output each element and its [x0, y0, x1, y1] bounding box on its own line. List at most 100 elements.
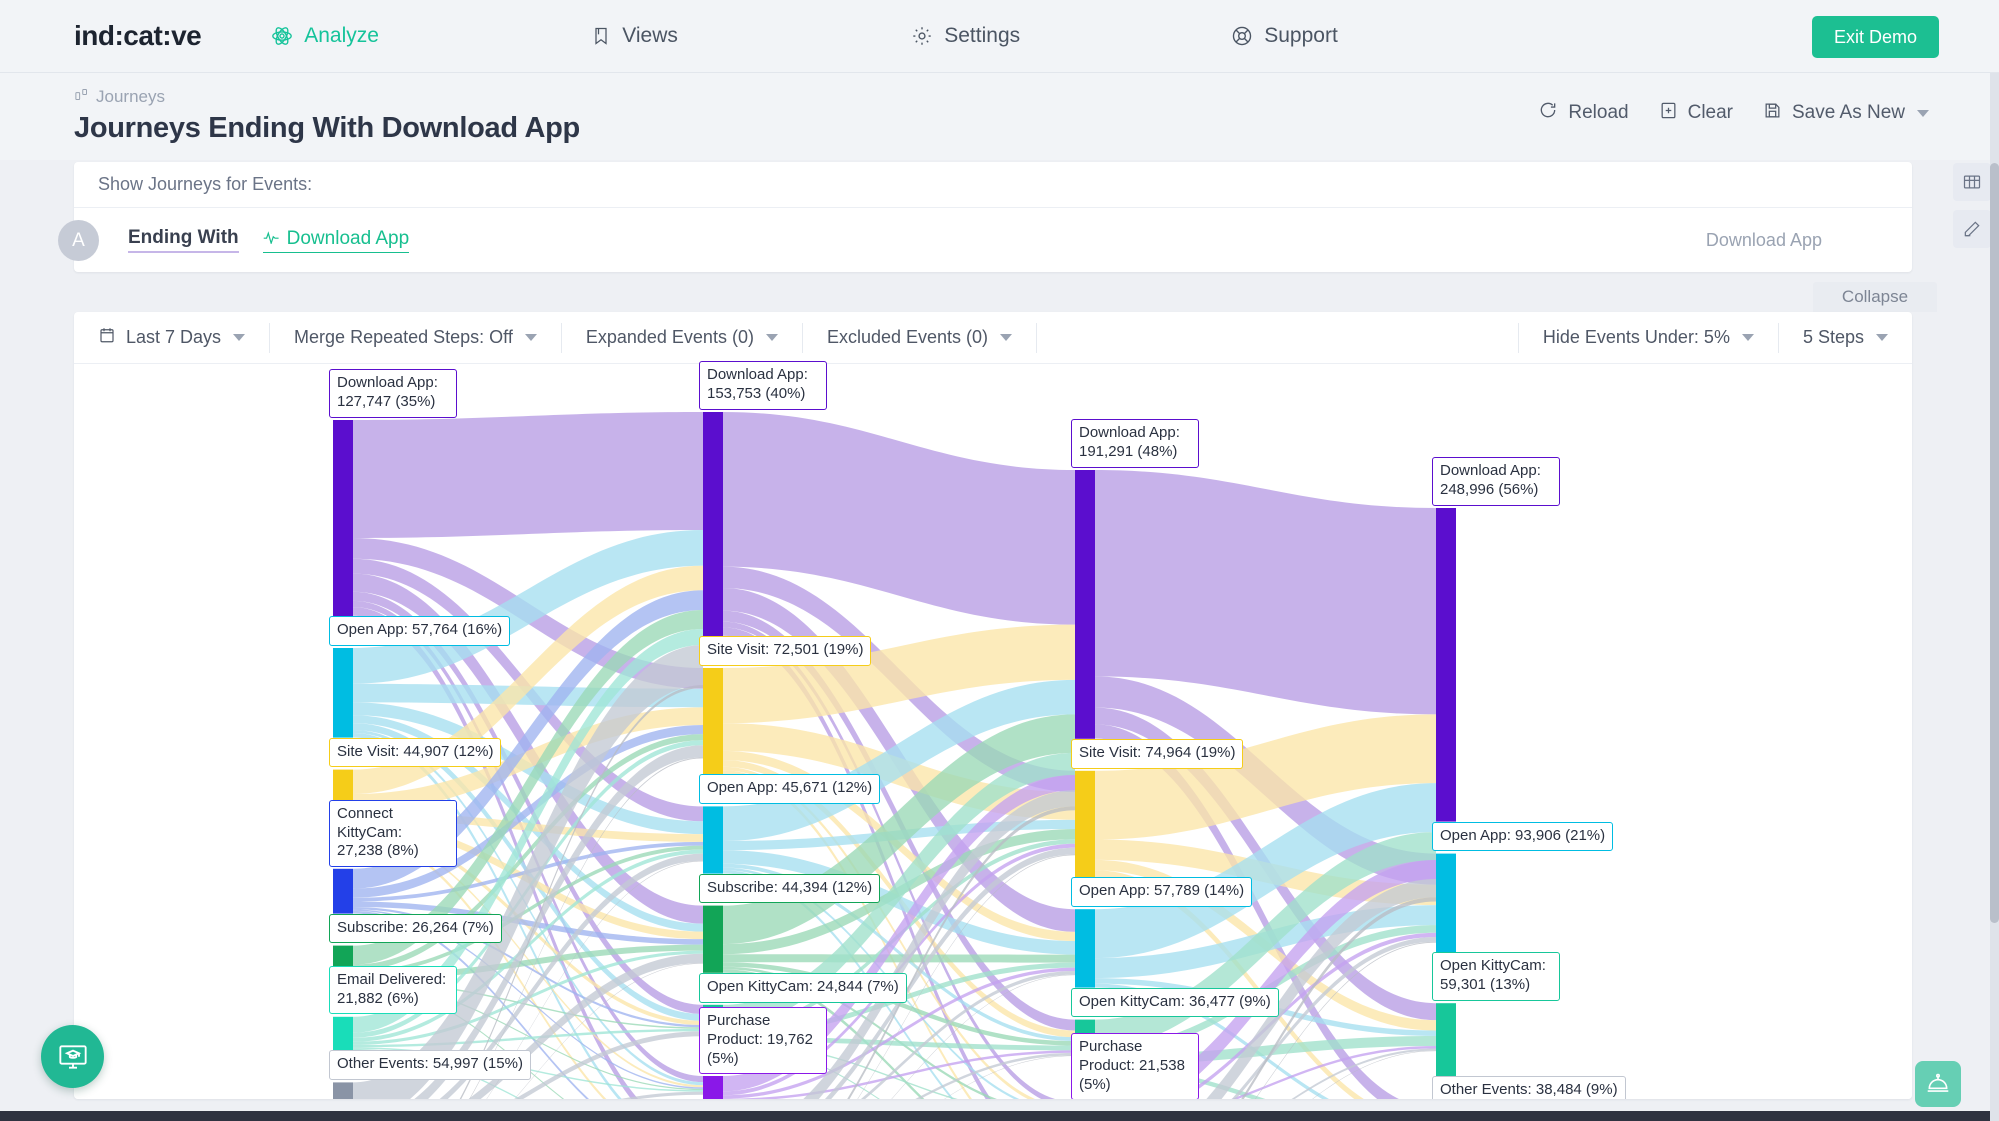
clear-button[interactable]: Clear: [1659, 101, 1733, 126]
service-bell-icon: [1927, 1073, 1949, 1092]
sankey-node-bar[interactable]: [703, 905, 723, 973]
sankey-node-bar[interactable]: [703, 412, 723, 636]
sankey-flow[interactable]: [1095, 470, 1436, 715]
help-bell-button[interactable]: [1915, 1061, 1961, 1107]
sankey-node-label[interactable]: Open KittyCam: 36,477 (9%): [1071, 987, 1279, 1018]
sankey-node-bar[interactable]: [1436, 508, 1456, 822]
chevron-down-icon[interactable]: [1000, 334, 1013, 341]
pulse-icon: [263, 228, 280, 250]
chevron-down-icon[interactable]: [524, 334, 537, 341]
expanded-events-filter[interactable]: Expanded Events (0): [562, 322, 803, 353]
nav-item-views[interactable]: Views: [591, 24, 911, 48]
sankey-node-label[interactable]: Subscribe: 26,264 (7%): [329, 913, 502, 944]
collapse-button[interactable]: Collapse: [1813, 282, 1937, 312]
sankey-node-label[interactable]: Download App: 191,291 (48%): [1071, 419, 1199, 468]
chart-toolbar: Last 7 Days Merge Repeated Steps: Off Ex…: [74, 312, 1912, 364]
sankey-node-label[interactable]: Site Visit: 44,907 (12%): [329, 737, 502, 768]
sankey-node-label[interactable]: Email Delivered: 21,882 (6%): [329, 965, 457, 1015]
sankey-node-bar[interactable]: [703, 806, 723, 874]
sankey-node-bar[interactable]: [333, 1082, 353, 1099]
sankey-node-label[interactable]: Subscribe: 44,394 (12%): [699, 873, 881, 904]
sankey-node-bar[interactable]: [333, 648, 353, 738]
sankey-node-label[interactable]: Purchase Product: 19,762 (5%): [699, 1007, 827, 1075]
event-selector-download-app[interactable]: Download App: [262, 228, 410, 253]
sankey-node-label[interactable]: Download App: 153,753 (40%): [699, 361, 827, 410]
edit-button[interactable]: [1953, 210, 1991, 248]
nav-item-settings[interactable]: Settings: [911, 24, 1231, 48]
logo-text: ind:cat:ve: [74, 20, 202, 51]
app-root: ind:cat:ve Analyze Views Settings Suppor…: [0, 0, 1999, 1121]
sankey-node-bar[interactable]: [333, 1016, 353, 1051]
page-scrollbar-thumb[interactable]: [1990, 163, 1999, 923]
sankey-node-label[interactable]: Open KittyCam: 59,301 (13%): [1432, 952, 1560, 1001]
sankey-node-bar[interactable]: [1075, 470, 1095, 739]
app-logo[interactable]: ind:cat:ve: [74, 20, 202, 52]
exit-demo-button[interactable]: Exit Demo: [1811, 16, 1939, 58]
nav-item-support[interactable]: Support: [1231, 24, 1551, 48]
table-icon: [1963, 175, 1981, 189]
sankey-node-bar[interactable]: [1075, 770, 1095, 878]
chevron-down-icon[interactable]: [1917, 109, 1929, 117]
toolbar-right-group: Hide Events Under: 5% 5 Steps: [1517, 322, 1912, 353]
sankey-node-bar[interactable]: [333, 420, 353, 616]
sankey-diagram[interactable]: Download App: 127,747 (35%) Open App: 57,…: [74, 361, 1912, 1099]
sankey-node-label[interactable]: Site Visit: 74,964 (19%): [1071, 738, 1244, 769]
sankey-node-label[interactable]: Download App: 127,747 (35%): [329, 369, 457, 418]
sankey-node-label[interactable]: Open App: 57,789 (14%): [1071, 877, 1253, 907]
chevron-down-icon[interactable]: [233, 334, 246, 341]
page-header: Journeys Journeys Ending With Download A…: [0, 73, 1999, 160]
save-as-new-button[interactable]: Save As New: [1763, 101, 1929, 126]
sankey-node-label[interactable]: Open KittyCam: 24,844 (7%): [699, 972, 907, 1003]
chevron-down-icon[interactable]: [1876, 334, 1888, 341]
sankey-node-label[interactable]: Open App: 57,764 (16%): [329, 616, 511, 646]
sankey-flow[interactable]: [353, 412, 703, 539]
sankey-node-label[interactable]: Open App: 93,906 (21%): [1432, 821, 1614, 852]
date-range-filter[interactable]: Last 7 Days: [74, 322, 271, 353]
steps-count-filter[interactable]: 5 Steps: [1777, 322, 1912, 353]
sankey-node-label[interactable]: Purchase Product: 21,538 (5%): [1071, 1033, 1199, 1099]
sankey-node-bar[interactable]: [333, 868, 353, 914]
journeys-icon: [74, 87, 89, 107]
avatar: A: [58, 220, 99, 261]
journey-chart-card: Last 7 Days Merge Repeated Steps: Off Ex…: [74, 312, 1912, 1099]
event-condition-row: A Ending With Download App Download App: [58, 208, 1912, 272]
reload-button[interactable]: Reload: [1538, 100, 1629, 126]
ending-with-selector[interactable]: Ending With: [128, 227, 239, 253]
sankey-node-bar[interactable]: [1436, 1003, 1456, 1076]
sankey-node-label[interactable]: Site Visit: 72,501 (19%): [699, 636, 872, 666]
date-range-label: Last 7 Days: [126, 327, 222, 347]
lifebuoy-icon: [1231, 25, 1253, 47]
breadcrumb[interactable]: Journeys: [74, 87, 165, 107]
excluded-events-filter[interactable]: Excluded Events (0): [803, 322, 1038, 353]
sankey-node-label[interactable]: Open App: 45,671 (12%): [699, 774, 881, 805]
views-icon: [591, 25, 611, 47]
merge-steps-label: Merge Repeated Steps: Off: [294, 327, 513, 347]
breadcrumb-label: Journeys: [96, 87, 165, 106]
events-panel: Show Journeys for Events: A Ending With …: [58, 162, 1912, 272]
nav-items: Analyze Views Settings Support: [271, 24, 1999, 48]
analyze-icon: [271, 25, 293, 47]
merge-repeated-steps-filter[interactable]: Merge Repeated Steps: Off: [270, 322, 562, 353]
sankey-node-bar[interactable]: [1075, 909, 1095, 988]
sankey-node-bar[interactable]: [703, 1076, 723, 1099]
save-as-new-label: Save As New: [1792, 102, 1905, 123]
learning-center-button[interactable]: [41, 1025, 104, 1088]
calendar-icon: [98, 326, 116, 349]
sankey-node-label[interactable]: Other Events: 54,997 (15%): [329, 1050, 531, 1081]
nav-item-analyze[interactable]: Analyze: [271, 24, 591, 48]
hide-events-under-filter[interactable]: Hide Events Under: 5%: [1517, 322, 1778, 353]
nav-label-analyze: Analyze: [304, 24, 379, 47]
hide-events-under-label: Hide Events Under: 5%: [1542, 327, 1730, 347]
page-scrollbar-track[interactable]: [1990, 73, 1999, 1121]
terminal-step-label: Download App: [1705, 230, 1822, 250]
chevron-down-icon[interactable]: [1741, 334, 1754, 341]
sankey-node-label[interactable]: Download App: 248,996 (56%): [1432, 457, 1560, 506]
sankey-node-bar[interactable]: [703, 668, 723, 775]
sankey-flow[interactable]: [723, 954, 1075, 963]
sankey-node-label[interactable]: Connect KittyCam: 27,238 (8%): [329, 799, 457, 868]
table-view-button[interactable]: [1953, 163, 1991, 201]
chevron-down-icon[interactable]: [765, 334, 778, 341]
side-tool-buttons: [1953, 163, 1991, 248]
sankey-node-label[interactable]: Other Events: 38,484 (9%): [1432, 1076, 1626, 1099]
show-journeys-label-row: Show Journeys for Events:: [74, 162, 1912, 208]
